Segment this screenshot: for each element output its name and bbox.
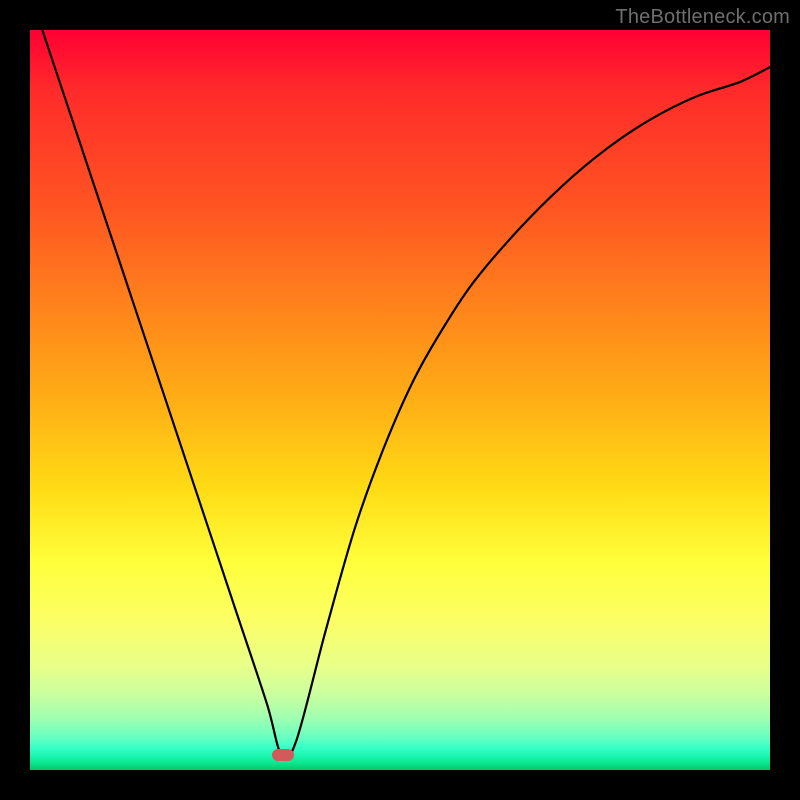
plot-area <box>30 30 770 770</box>
bottleneck-curve <box>30 30 770 770</box>
chart-frame: TheBottleneck.com <box>0 0 800 800</box>
watermark-text: TheBottleneck.com <box>615 6 790 29</box>
curve-path <box>30 30 770 759</box>
minimum-marker <box>272 749 294 761</box>
